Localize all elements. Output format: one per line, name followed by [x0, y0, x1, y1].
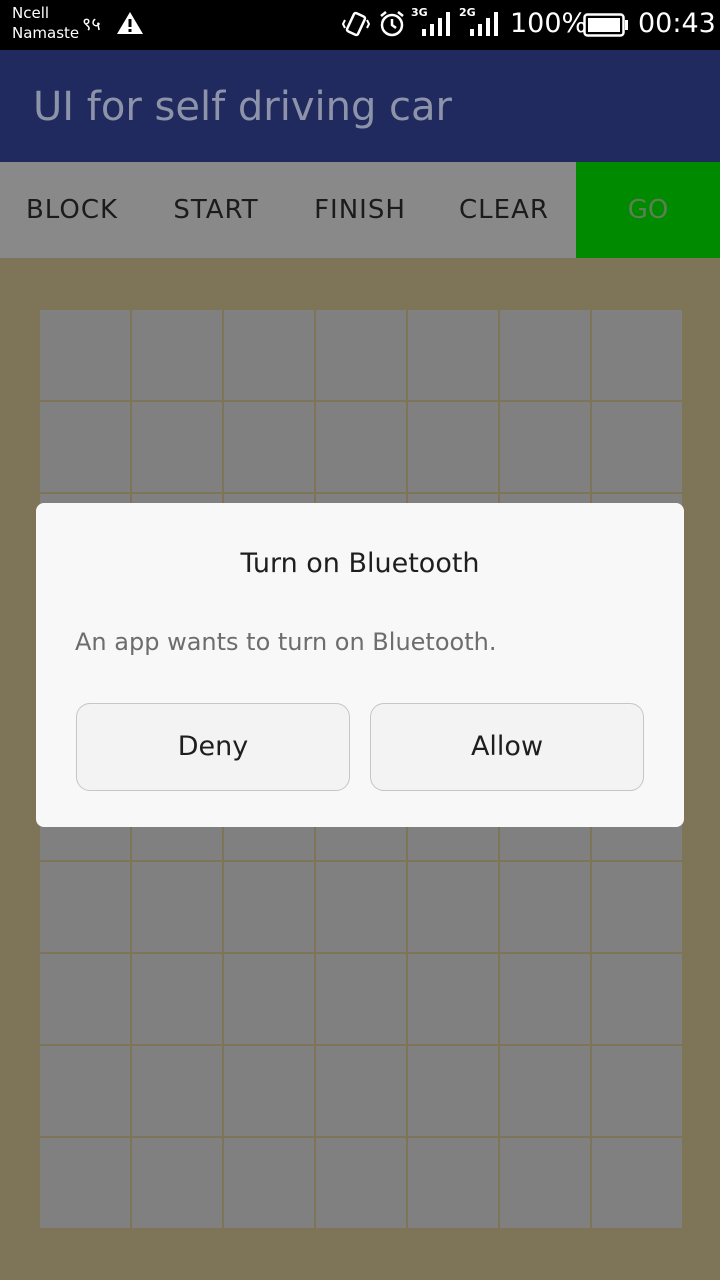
grid-cell[interactable] [408, 310, 498, 400]
grid-cell[interactable] [316, 954, 406, 1044]
grid-cell[interactable] [40, 954, 130, 1044]
go-button[interactable]: GO [576, 162, 720, 258]
bluetooth-dialog: Turn on Bluetooth An app wants to turn o… [36, 503, 684, 827]
grid-cell[interactable] [592, 310, 682, 400]
grid-cell[interactable] [408, 1046, 498, 1136]
grid-cell[interactable] [316, 862, 406, 952]
signal-3g-icon [420, 10, 452, 42]
action-toolbar: BLOCK START FINISH CLEAR GO [0, 162, 720, 258]
grid-cell[interactable] [408, 402, 498, 492]
start-button[interactable]: START [144, 162, 288, 258]
grid-cell[interactable] [500, 1046, 590, 1136]
signal-2g-icon [468, 10, 500, 42]
grid-cell[interactable] [40, 310, 130, 400]
carrier-name: Ncell [12, 4, 50, 22]
grid-cell[interactable] [592, 862, 682, 952]
grid-cell[interactable] [408, 1138, 498, 1228]
warning-icon [116, 10, 144, 40]
grid-cell[interactable] [40, 1138, 130, 1228]
alarm-icon [378, 10, 406, 42]
grid-cell[interactable] [500, 954, 590, 1044]
clock: 00:43 [638, 8, 716, 39]
grid-cell[interactable] [408, 954, 498, 1044]
grid-cell[interactable] [40, 402, 130, 492]
grid-cell[interactable] [40, 1046, 130, 1136]
vibrate-icon [341, 10, 371, 42]
grid-cell[interactable] [408, 862, 498, 952]
carrier-greeting: Namaste [12, 24, 80, 42]
app-bar: UI for self driving car [0, 50, 720, 162]
allow-button[interactable]: Allow [370, 703, 644, 791]
grid-cell[interactable] [500, 402, 590, 492]
battery-percent: 100% [510, 8, 588, 39]
dialog-title: Turn on Bluetooth [240, 548, 480, 579]
grid-cell[interactable] [592, 1046, 682, 1136]
finish-button[interactable]: FINISH [288, 162, 432, 258]
grid-cell[interactable] [500, 1138, 590, 1228]
app-title: UI for self driving car [33, 84, 453, 130]
grid-cell[interactable] [132, 1046, 222, 1136]
grid-cell[interactable] [224, 310, 314, 400]
grid-cell[interactable] [592, 402, 682, 492]
grid-cell[interactable] [224, 954, 314, 1044]
grid-cell[interactable] [40, 862, 130, 952]
grid-cell[interactable] [316, 310, 406, 400]
grid-cell[interactable] [132, 862, 222, 952]
grid-cell[interactable] [132, 402, 222, 492]
grid-cell[interactable] [500, 862, 590, 952]
grid-cell[interactable] [592, 1138, 682, 1228]
deny-button[interactable]: Deny [76, 703, 350, 791]
grid-cell[interactable] [132, 310, 222, 400]
grid-cell[interactable] [224, 862, 314, 952]
grid-cell[interactable] [316, 402, 406, 492]
grid-cell[interactable] [592, 954, 682, 1044]
grid-cell[interactable] [224, 402, 314, 492]
clear-button[interactable]: CLEAR [432, 162, 576, 258]
grid-cell[interactable] [224, 1138, 314, 1228]
dialog-message: An app wants to turn on Bluetooth. [75, 628, 497, 656]
status-bar: Ncell Namaste ९५ 3G 2G 100% 00:43 [0, 0, 720, 50]
grid-cell[interactable] [316, 1046, 406, 1136]
grid-cell[interactable] [132, 954, 222, 1044]
grid-cell[interactable] [500, 310, 590, 400]
grid-cell[interactable] [316, 1138, 406, 1228]
notification-glyph: ९५ [82, 14, 101, 35]
grid-cell[interactable] [224, 1046, 314, 1136]
grid-cell[interactable] [132, 1138, 222, 1228]
carrier-info: Ncell Namaste [12, 3, 79, 43]
block-button[interactable]: BLOCK [0, 162, 144, 258]
battery-icon [583, 13, 629, 41]
